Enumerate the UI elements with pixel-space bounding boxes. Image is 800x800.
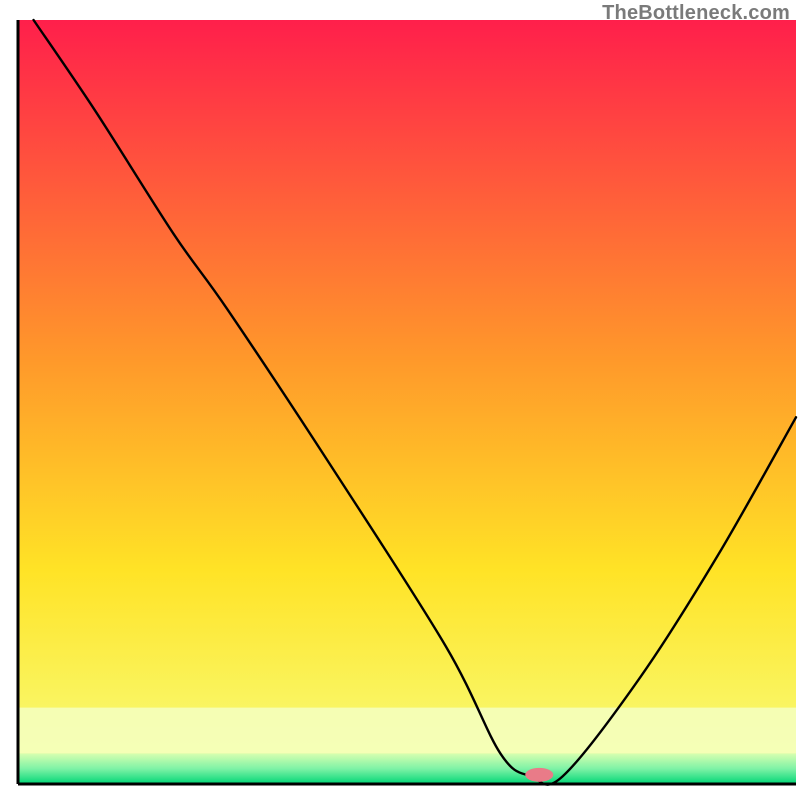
plot-background	[18, 20, 796, 784]
green-band	[18, 753, 796, 784]
watermark-text: TheBottleneck.com	[602, 2, 790, 25]
bottleneck-chart: TheBottleneck.com	[0, 0, 800, 800]
chart-canvas	[0, 0, 800, 800]
pale-band	[18, 708, 796, 754]
optimal-marker	[525, 768, 553, 782]
